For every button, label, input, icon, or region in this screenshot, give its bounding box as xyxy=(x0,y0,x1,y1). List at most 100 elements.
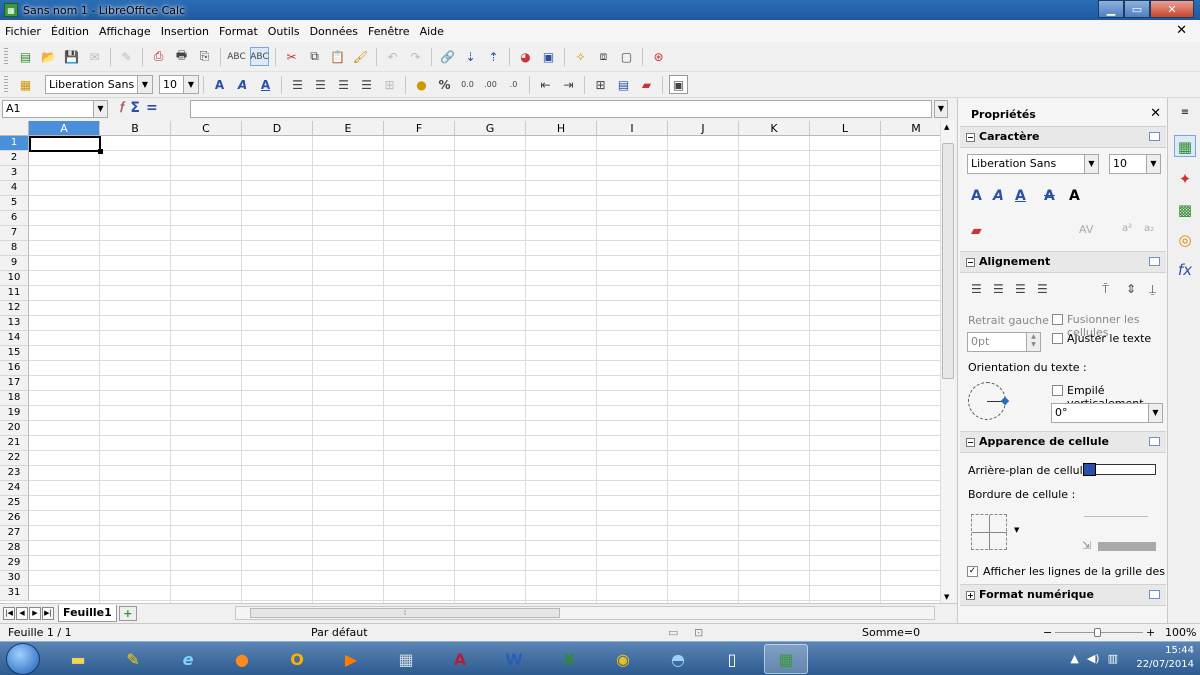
row-header[interactable]: 12 xyxy=(0,301,29,316)
row-header[interactable]: 1 xyxy=(0,136,29,151)
delete-decimal-icon[interactable]: .0 xyxy=(504,75,523,94)
menu-aide[interactable]: Aide xyxy=(415,25,449,38)
sidebar-align-right-icon[interactable]: ☰ xyxy=(1015,282,1026,296)
autospellcheck-icon[interactable]: ABC xyxy=(250,47,269,66)
paint-icon[interactable]: ✎ xyxy=(111,644,155,674)
chevron-down-icon[interactable]: ▼ xyxy=(1148,404,1162,422)
chart-icon[interactable]: ◕ xyxy=(516,47,535,66)
redo-icon[interactable]: ↷ xyxy=(406,47,425,66)
decrease-indent-icon[interactable]: ⇤ xyxy=(536,75,555,94)
row-header[interactable]: 5 xyxy=(0,196,29,211)
chevron-down-icon[interactable]: ▼ xyxy=(137,76,152,93)
formula-input[interactable] xyxy=(190,100,932,118)
sidebar-shadow-icon[interactable]: A xyxy=(1069,188,1080,204)
toggle-grid-icon[interactable]: ▣ xyxy=(669,75,688,94)
text-angle-combo[interactable]: 0° ▼ xyxy=(1051,403,1163,423)
standard-format-icon[interactable]: 0.0 xyxy=(458,75,477,94)
libreoffice-start-icon[interactable]: ▯ xyxy=(710,644,754,674)
font-name-combo[interactable]: Liberation Sans ▼ xyxy=(45,75,153,94)
character-spacing-icon[interactable]: AV xyxy=(1079,223,1093,236)
borders-icon[interactable]: ⊞ xyxy=(591,75,610,94)
chevron-down-icon[interactable]: ▼ xyxy=(1084,155,1098,173)
menu-edition[interactable]: Édition xyxy=(46,25,94,38)
column-header[interactable]: B xyxy=(100,121,171,136)
row-header[interactable]: 2 xyxy=(0,151,29,166)
align-middle-icon[interactable]: ⇕ xyxy=(1126,282,1136,296)
number-format-panel-header[interactable]: + Format numérique xyxy=(960,584,1166,606)
subscript-icon[interactable]: a₂ xyxy=(1144,223,1154,234)
cell-appearance-panel-header[interactable]: − Apparence de cellule xyxy=(960,431,1166,453)
character-panel-header[interactable]: − Caractère xyxy=(960,126,1166,148)
row-header[interactable]: 26 xyxy=(0,511,29,526)
align-right-icon[interactable]: ☰ xyxy=(334,75,353,94)
horizontal-scroll-thumb[interactable]: ⦙ xyxy=(250,608,560,618)
bold-icon[interactable]: A xyxy=(210,75,229,94)
align-top-icon[interactable]: ⍑ xyxy=(1102,282,1109,297)
sidebar-bold-icon[interactable]: A xyxy=(971,188,982,204)
menu-insertion[interactable]: Insertion xyxy=(156,25,214,38)
font-color-icon[interactable]: ▰ xyxy=(637,75,656,94)
chevron-down-icon[interactable]: ▼ xyxy=(93,101,107,117)
row-header[interactable]: 30 xyxy=(0,571,29,586)
background-color-icon[interactable]: ▤ xyxy=(614,75,633,94)
row-header[interactable]: 13 xyxy=(0,316,29,331)
column-header[interactable]: A xyxy=(29,121,100,136)
sidebar-align-left-icon[interactable]: ☰ xyxy=(971,282,982,296)
gridlines-checkbox[interactable]: ✓ xyxy=(967,566,978,577)
horizontal-scrollbar[interactable]: ⦙ xyxy=(235,606,935,620)
column-header[interactable]: G xyxy=(455,121,526,136)
border-color-bar[interactable] xyxy=(1098,542,1156,551)
functions-deck-icon[interactable]: fx xyxy=(1174,259,1196,281)
edit-file-icon[interactable]: ✎ xyxy=(117,47,136,66)
justify-icon[interactable]: ☰ xyxy=(357,75,376,94)
start-button[interactable] xyxy=(6,643,40,675)
export-pdf-icon[interactable]: ⎙ xyxy=(149,47,168,66)
sort-ascending-icon[interactable]: ⇣ xyxy=(461,47,480,66)
column-header[interactable]: I xyxy=(597,121,668,136)
cell-background-button[interactable] xyxy=(1083,463,1156,476)
zoom-out-button[interactable]: − xyxy=(1043,626,1052,639)
column-header[interactable]: C xyxy=(171,121,242,136)
sum-icon[interactable]: Σ xyxy=(130,100,140,116)
font-size-combo[interactable]: 10 ▼ xyxy=(159,75,199,94)
border-line-style[interactable] xyxy=(1084,516,1148,517)
expand-formula-bar-icon[interactable]: ▼ xyxy=(934,100,948,118)
expand-icon[interactable]: + xyxy=(966,590,975,600)
volume-icon[interactable]: ◀) xyxy=(1087,652,1100,665)
zoom-level[interactable]: 100% xyxy=(1165,626,1196,639)
close-sidebar-icon[interactable]: ✕ xyxy=(1150,106,1161,121)
sidebar-strikethrough-icon[interactable]: A xyxy=(1044,188,1055,204)
align-bottom-icon[interactable]: ⍊ xyxy=(1149,282,1156,297)
gallery-icon[interactable]: ▢ xyxy=(617,47,636,66)
next-sheet-icon[interactable]: ▶ xyxy=(29,607,41,620)
align-left-icon[interactable]: ☰ xyxy=(288,75,307,94)
more-options-icon[interactable] xyxy=(1149,437,1160,446)
add-decimal-icon[interactable]: .00 xyxy=(481,75,500,94)
sidebar-font-name-combo[interactable]: Liberation Sans ▼ xyxy=(967,154,1099,174)
outlook-icon[interactable]: O xyxy=(275,644,319,674)
last-sheet-icon[interactable]: ▶| xyxy=(42,607,54,620)
spellcheck-icon[interactable]: ABC xyxy=(227,47,246,66)
row-header[interactable]: 22 xyxy=(0,451,29,466)
save-icon[interactable]: 💾 xyxy=(62,47,81,66)
collapse-icon[interactable]: − xyxy=(966,132,975,142)
open-icon[interactable]: 📂 xyxy=(39,47,58,66)
row-header[interactable]: 3 xyxy=(0,166,29,181)
border-dropdown-icon[interactable]: ▼ xyxy=(1014,526,1019,534)
excel-icon[interactable]: X xyxy=(547,644,591,674)
internet-explorer-icon[interactable]: e xyxy=(166,644,210,674)
new-document-icon[interactable]: ▤ xyxy=(16,47,35,66)
cell-border-picker[interactable] xyxy=(971,514,1007,550)
media-player-icon[interactable]: ▶ xyxy=(329,644,373,674)
sidebar-menu-icon[interactable]: ≡ xyxy=(1174,102,1196,124)
sort-descending-icon[interactable]: ⇡ xyxy=(484,47,503,66)
column-header[interactable]: M xyxy=(881,121,940,136)
sidebar-align-center-icon[interactable]: ☰ xyxy=(993,282,1004,296)
add-sheet-button[interactable]: + xyxy=(118,606,137,621)
clone-formatting-icon[interactable]: 🖌 xyxy=(351,47,370,66)
maximize-button[interactable]: ▭ xyxy=(1124,0,1150,18)
cut-icon[interactable]: ✂ xyxy=(282,47,301,66)
close-window-button[interactable]: ✕ xyxy=(1150,0,1194,18)
orientation-knob[interactable] xyxy=(1000,396,1010,406)
paste-icon[interactable]: 📋 xyxy=(328,47,347,66)
